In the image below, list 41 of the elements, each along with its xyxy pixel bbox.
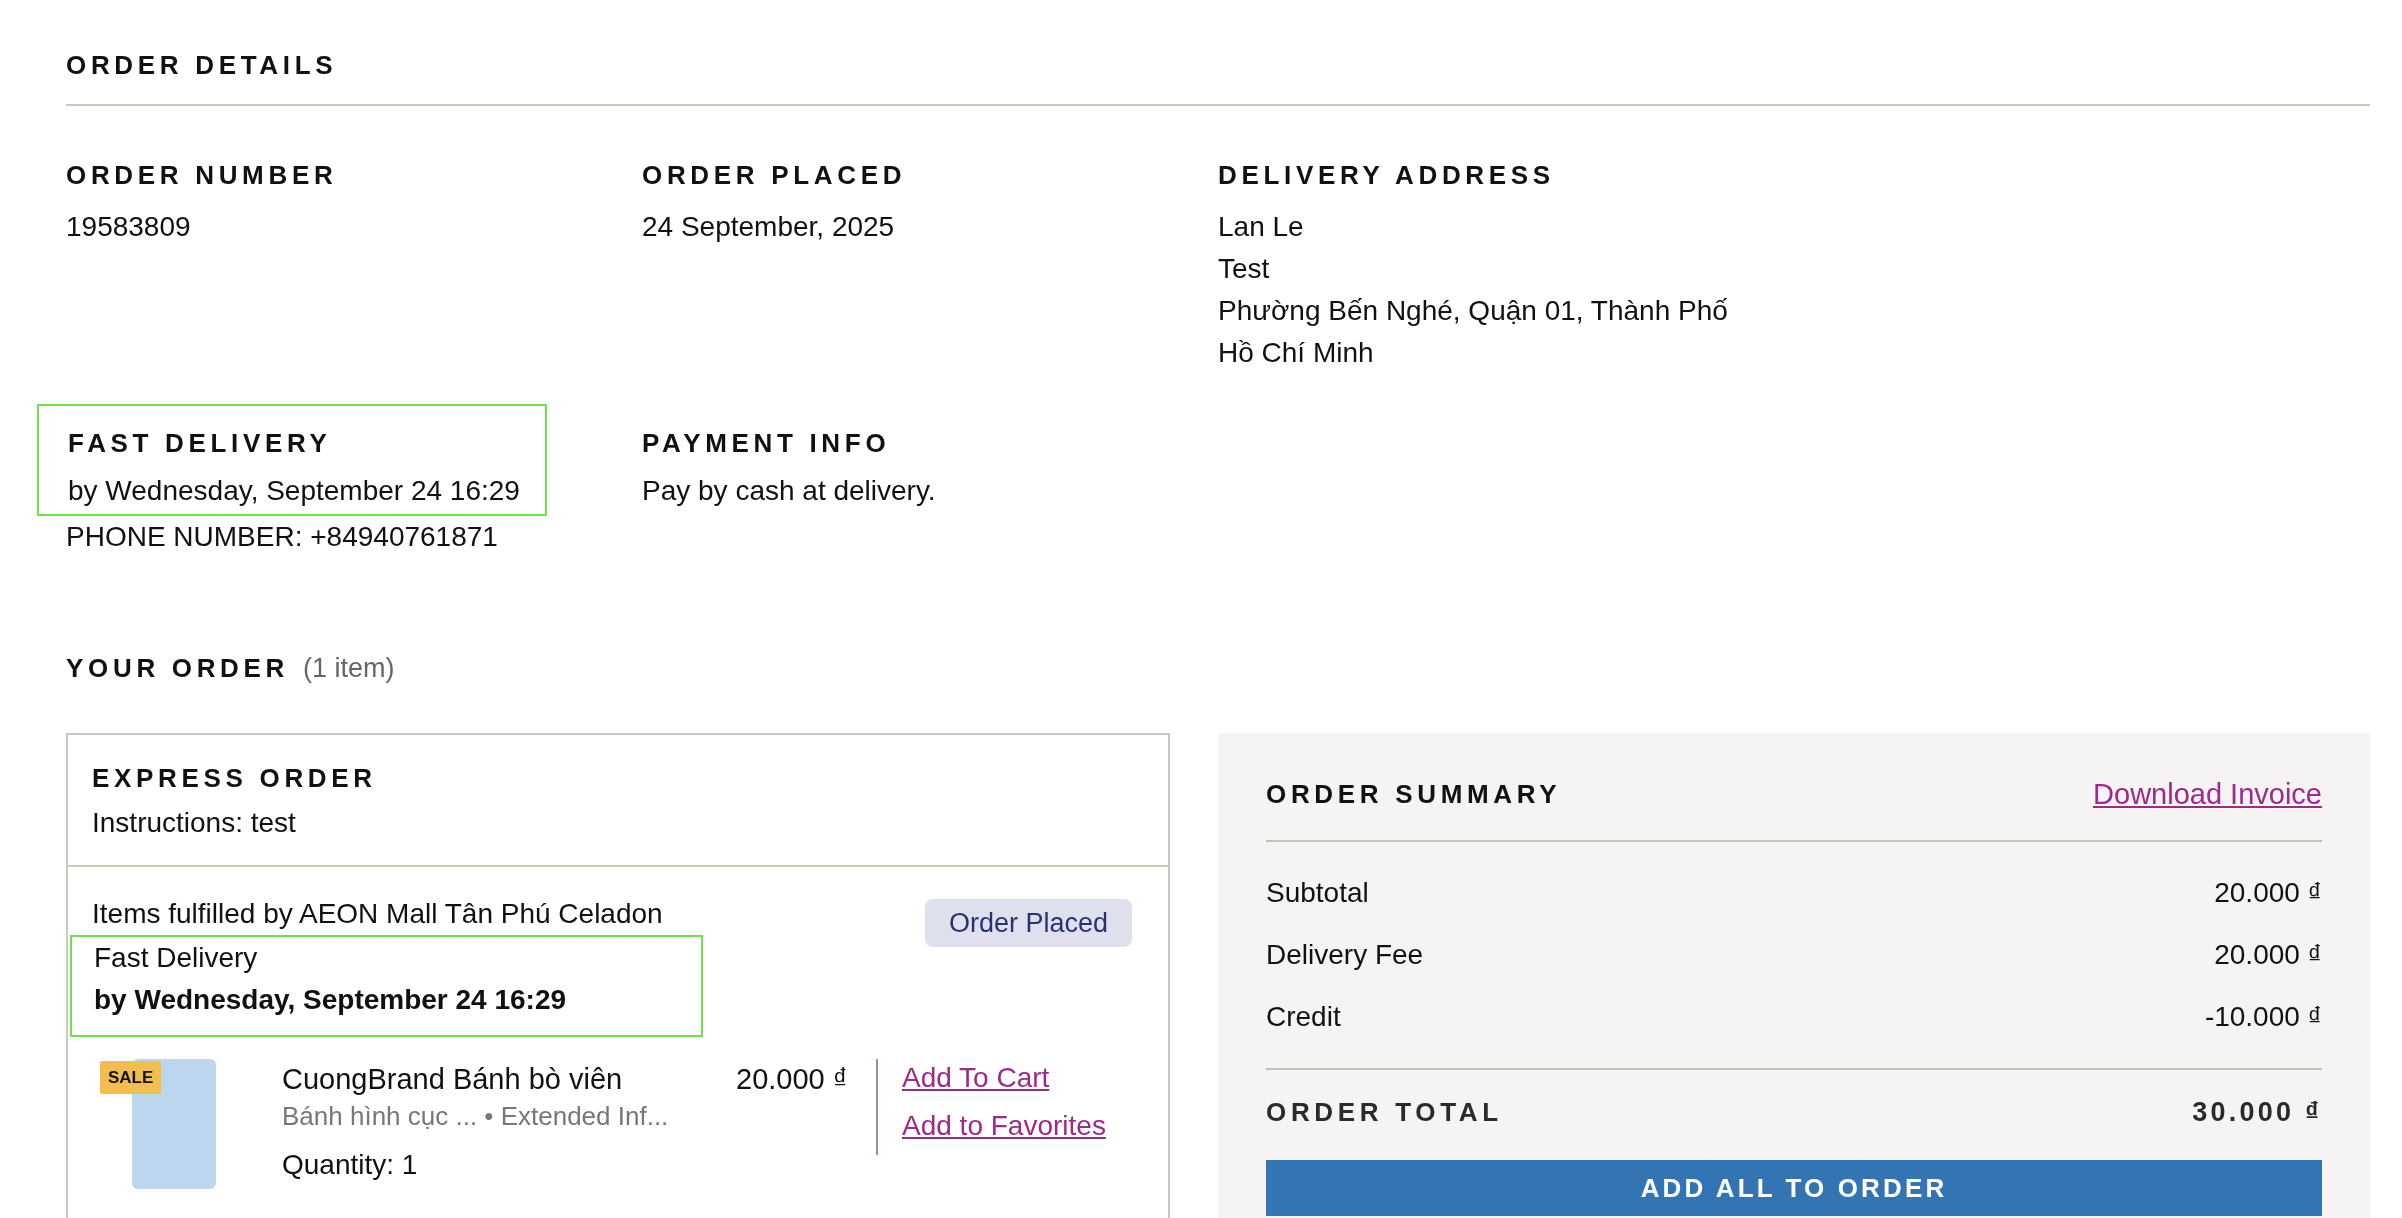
quantity: Quantity: 1 <box>282 1147 419 1182</box>
instructions: Instructions: test <box>92 806 297 839</box>
detail-value: 19583809 <box>66 210 192 244</box>
summary-value: 20.000 ₫ <box>2214 876 2322 910</box>
download-link[interactable]: Download Invoice <box>2093 772 2322 816</box>
detail-label: ORDER NUMBER <box>66 162 339 188</box>
product-details: Bánh hình cục ... • Extended Inf... <box>282 1099 670 1133</box>
detail-value: Test <box>1218 252 1271 286</box>
delivery-time: by Wednesday, September 24 16:29 <box>68 474 521 508</box>
delivery-type: Fast Delivery <box>94 940 259 975</box>
payment-label: PAYMENT INFO <box>642 430 892 456</box>
detail-value: Lan Le <box>1218 210 1305 244</box>
summary-value: -10.000 ₫ <box>2204 1000 2322 1034</box>
sale-badge: SALE <box>100 1060 162 1094</box>
section-title: YOUR ORDER <box>66 655 290 681</box>
item-count: (1 item) <box>303 652 395 685</box>
product-name: CuongBrand Bánh bò viên <box>282 1061 624 1097</box>
detail-value: 24 September, 2025 <box>642 210 896 244</box>
summary-label: Delivery Fee <box>1266 938 1424 972</box>
action-link[interactable]: Add To Cart <box>902 1058 1106 1097</box>
action-link[interactable]: Add to Favorites <box>902 1106 1106 1145</box>
summary-title: ORDER SUMMARY <box>1266 781 1562 808</box>
detail-label: ORDER PLACED <box>642 162 908 188</box>
summary-value: 20.000 ₫ <box>2214 938 2322 972</box>
status-badge: Order Placed <box>924 898 1132 947</box>
delivery-label: FAST DELIVERY <box>68 430 333 456</box>
product-price: 20.000 ₫ <box>736 1061 849 1097</box>
fulfilled-by: Items fulfilled by AEON Mall Tân Phú Celadon <box>92 896 663 931</box>
phone-number: PHONE NUMBER: +84940761871 <box>66 520 499 554</box>
total-value: 30.000 ₫ <box>2192 1095 2322 1129</box>
delivery-time: by Wednesday, September 24 16:29 <box>94 982 568 1017</box>
add-all-button[interactable]: ADD ALL TO ORDER <box>1266 1160 2322 1216</box>
detail-label: DELIVERY ADDRESS <box>1218 162 1556 188</box>
detail-value: Hồ Chí Minh <box>1218 336 1375 370</box>
summary-label: Credit <box>1266 1000 1341 1034</box>
detail-value: Phường Bến Nghé, Quận 01, Thành Phố <box>1218 294 1729 328</box>
summary-label: Subtotal <box>1266 876 1369 910</box>
page-title: ORDER DETAILS <box>66 52 339 78</box>
payment-value: Pay by cash at delivery. <box>642 474 937 508</box>
order-type: EXPRESS ORDER <box>92 764 378 791</box>
total-label: ORDER TOTAL <box>1266 1099 1503 1125</box>
